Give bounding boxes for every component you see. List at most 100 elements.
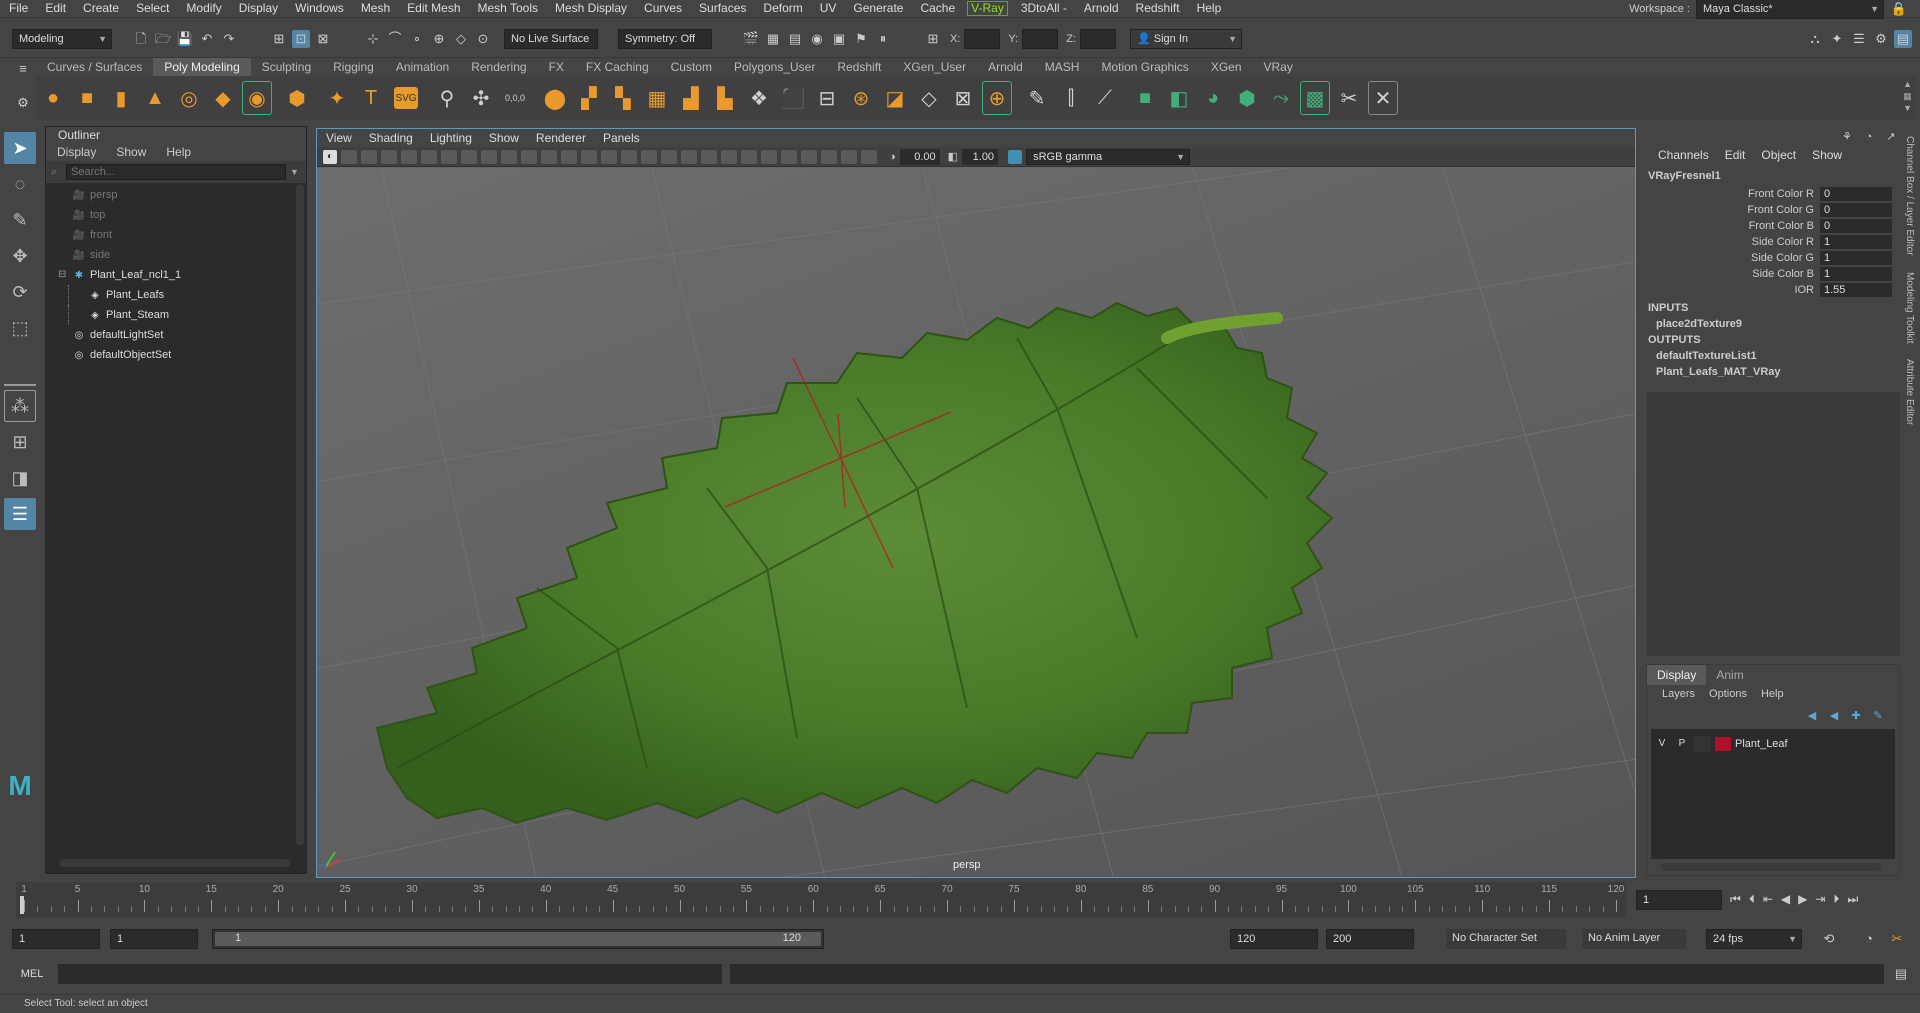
select-component-icon[interactable]: ⊠ — [314, 30, 332, 48]
shelf-tab-fx-caching[interactable]: FX Caching — [575, 58, 660, 76]
attribute-row[interactable]: IOR 1.55 — [1646, 282, 1900, 298]
menu-3dtoall-[interactable]: 3DtoAll - — [1012, 0, 1075, 17]
shelf-tab-fx[interactable]: FX — [538, 58, 575, 76]
super-shape-icon[interactable]: ✦ — [322, 81, 352, 115]
current-time-marker[interactable] — [20, 896, 24, 914]
snap-curve-icon[interactable]: ⌒ — [386, 30, 404, 48]
poke-icon[interactable]: ⊠ — [948, 81, 978, 115]
channelbox-menu-edit[interactable]: Edit — [1717, 146, 1754, 164]
gamma-icon[interactable]: ◧ — [948, 150, 958, 163]
output-node[interactable]: defaultTextureList1 — [1646, 348, 1900, 364]
shelf-tab-poly-modeling[interactable]: Poly Modeling — [153, 58, 251, 76]
step-back-icon[interactable]: ⏴ — [1749, 892, 1755, 907]
checker-icon[interactable]: ▩ — [1300, 81, 1330, 115]
snap-together-icon[interactable]: ✣ — [466, 81, 496, 115]
3d-scene[interactable]: persp — [317, 129, 1635, 877]
attribute-value[interactable]: 1 — [1820, 267, 1892, 281]
menu-mesh[interactable]: Mesh — [352, 0, 398, 17]
menu-edit[interactable]: Edit — [36, 0, 74, 17]
channel-settings-icon[interactable]: ◔ — [1860, 128, 1878, 146]
automatic-mapping-icon[interactable]: ⬢ — [1232, 81, 1262, 115]
shelf-tab-xgen[interactable]: XGen — [1200, 58, 1253, 76]
viewport-menu-view[interactable]: View — [317, 129, 360, 147]
new-layer-icon[interactable]: ✚ — [1847, 707, 1865, 725]
layer-playback-toggle[interactable]: P — [1673, 736, 1691, 752]
attribute-filter-icon[interactable]: ⚘ — [1838, 128, 1856, 146]
ipr-render-icon[interactable]: ▦ — [764, 30, 782, 48]
attribute-row[interactable]: Front Color R 0 — [1646, 186, 1900, 202]
menu-v-ray[interactable]: V-Ray — [967, 1, 1008, 16]
menu-create[interactable]: Create — [74, 0, 127, 17]
end-time-field[interactable]: 120 — [1230, 929, 1318, 949]
input-box-icon[interactable]: ⊞ — [924, 30, 942, 48]
depth-of-field-icon[interactable] — [761, 149, 777, 164]
outliner-item[interactable]: ◈ Plant_Leafs — [46, 285, 306, 305]
save-scene-icon[interactable]: 💾 — [176, 30, 194, 48]
move-tool-icon[interactable]: ✥ — [4, 240, 36, 272]
fill-hole-icon[interactable]: ⊛ — [846, 81, 876, 115]
character-controls-icon[interactable]: ✦ — [1828, 30, 1846, 48]
quad-draw-icon[interactable]: ⟋ — [1090, 81, 1120, 115]
snap-live-icon[interactable]: ⊙ — [474, 30, 492, 48]
poly-cube-icon[interactable]: ■ — [72, 81, 102, 115]
four-view-layout-icon[interactable]: ⊞ — [4, 426, 36, 458]
scale-tool-icon[interactable]: ⬚ — [4, 312, 36, 344]
gear-icon[interactable]: ⚙ — [16, 94, 30, 112]
select-tool-icon[interactable]: ➤ — [4, 132, 36, 164]
outliner-item[interactable]: 🎥 persp — [46, 185, 306, 205]
append-icon[interactable]: ◪ — [880, 81, 910, 115]
attribute-value[interactable]: 0 — [1820, 203, 1892, 217]
menu-edit-mesh[interactable]: Edit Mesh — [398, 0, 468, 17]
single-perspective-layout-icon[interactable]: ⁂ — [4, 390, 36, 422]
poly-torus-icon[interactable]: ◎ — [174, 81, 204, 115]
menu-surfaces[interactable]: Surfaces — [690, 0, 754, 17]
viewport-menu-show[interactable]: Show — [480, 129, 527, 147]
extract-icon[interactable]: ▚ — [608, 81, 638, 115]
shelf-tab-redshift[interactable]: Redshift — [826, 58, 892, 76]
shelf-tab-sculpting[interactable]: Sculpting — [251, 58, 322, 76]
shelf-tab-xgen-user[interactable]: XGen_User — [892, 58, 977, 76]
open-scene-icon[interactable]: 🗁 — [154, 30, 172, 48]
input-node[interactable]: place2dTexture9 — [1646, 316, 1900, 332]
layer-menu-options[interactable]: Options — [1702, 685, 1754, 703]
viewport-menu-lighting[interactable]: Lighting — [421, 129, 480, 147]
two-view-layout-icon[interactable]: ◨ — [4, 462, 36, 494]
menu-modify[interactable]: Modify — [177, 0, 229, 17]
sign-in-button[interactable]: 👤 Sign In ▼ — [1129, 28, 1242, 49]
use-all-lights-icon[interactable] — [661, 149, 677, 164]
select-object-icon[interactable]: ⊡ — [292, 29, 310, 48]
attribute-value[interactable]: 1 — [1820, 235, 1892, 249]
snap-view-icon[interactable]: ⊕ — [430, 30, 448, 48]
attribute-row[interactable]: Side Color R 1 — [1646, 234, 1900, 250]
character-set-dropdown[interactable]: No Character Set — [1446, 929, 1566, 949]
range-slider[interactable]: 1 120 — [212, 929, 824, 949]
step-forward-key-icon[interactable]: ⇥ — [1815, 892, 1825, 906]
side-tab-attribute-editor[interactable]: Attribute Editor — [1904, 359, 1915, 425]
bookmarks-icon[interactable] — [361, 149, 377, 164]
safe-action-icon[interactable] — [541, 149, 557, 164]
rotate-tool-icon[interactable]: ⟳ — [4, 276, 36, 308]
outliner-item[interactable]: ◎ defaultObjectSet — [46, 345, 306, 365]
exposure-field[interactable]: 0.00 — [899, 148, 940, 165]
menu-uv[interactable]: UV — [811, 0, 845, 17]
shelf-scroll-arrows[interactable]: ▲ ▦ ▼ — [1903, 78, 1912, 114]
2d-pan-icon[interactable] — [401, 149, 417, 164]
separate-icon[interactable]: ▞ — [574, 81, 604, 115]
current-frame-field[interactable]: 1 — [1636, 890, 1722, 910]
exposure-icon[interactable]: ◑ — [889, 151, 896, 163]
paint-select-icon[interactable]: ✎ — [4, 204, 36, 236]
extrude-icon[interactable]: ❖ — [744, 81, 774, 115]
menu-display[interactable]: Display — [230, 0, 286, 17]
menu-file[interactable]: File — [0, 0, 36, 17]
menu-curves[interactable]: Curves — [635, 0, 690, 17]
xray-active-icon[interactable] — [841, 149, 857, 164]
lasso-tool-icon[interactable]: ◌ — [4, 168, 36, 200]
motion-blur-icon[interactable] — [721, 149, 737, 164]
layer-hscrollbar[interactable] — [1661, 863, 1881, 871]
attribute-row[interactable]: Front Color B 0 — [1646, 218, 1900, 234]
smooth-icon[interactable]: ▦ — [642, 81, 672, 115]
outliner-item[interactable]: 🎥 top — [46, 205, 306, 225]
select-hierarchy-icon[interactable]: ⊞ — [270, 30, 288, 48]
attribute-row[interactable]: Side Color B 1 — [1646, 266, 1900, 282]
xray-joints-icon[interactable] — [821, 149, 837, 164]
